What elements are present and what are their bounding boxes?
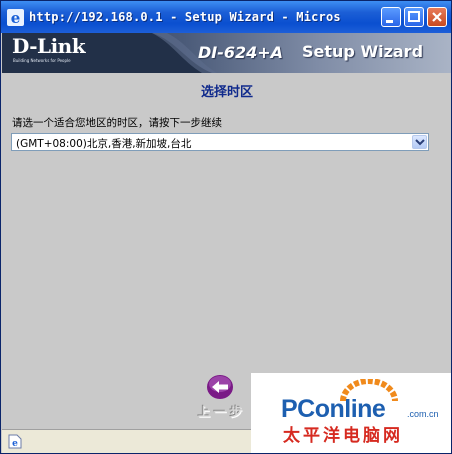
watermark-domain: .com.cn (407, 409, 439, 419)
title-bar[interactable]: e http://192.168.0.1 - Setup Wizard - Mi… (1, 1, 451, 33)
chevron-down-icon (415, 139, 425, 146)
timezone-dropdown-button[interactable] (412, 135, 427, 149)
close-icon (432, 12, 442, 22)
timezone-selected-value: (GMT+08:00)北京,香港,新加坡,台北 (16, 138, 192, 150)
close-button[interactable] (427, 7, 447, 27)
pconline-watermark: PConline .com.cn 太平洋电脑网 (251, 373, 451, 453)
back-arrow-icon (207, 375, 233, 399)
maximize-icon (408, 11, 420, 22)
timezone-select[interactable]: (GMT+08:00)北京,香港,新加坡,台北 (11, 133, 429, 151)
page-title: 选择时区 (200, 85, 253, 100)
ie-icon: e (7, 9, 24, 26)
back-button-label: 上一步 (197, 405, 246, 419)
watermark-brand: PConline (281, 395, 386, 423)
wizard-title: Setup Wizard (302, 42, 424, 61)
minimize-button[interactable] (381, 7, 401, 27)
dlink-logo: D-Link (12, 34, 86, 58)
svg-text:e: e (12, 439, 18, 449)
dlink-banner: D-Link Building Networks for People DI-6… (2, 33, 451, 73)
instruction-text: 请选一个适合您地区的时区，请按下一步继续 (12, 117, 222, 129)
svg-text:e: e (11, 9, 21, 26)
minimize-icon (386, 20, 393, 23)
dlink-tagline: Building Networks for People (13, 58, 71, 63)
page-icon: e (8, 434, 22, 449)
back-button[interactable]: 上一步 (192, 373, 252, 423)
maximize-button[interactable] (404, 7, 424, 27)
window-title: http://192.168.0.1 - Setup Wizard - Micr… (29, 10, 341, 24)
browser-window: e http://192.168.0.1 - Setup Wizard - Mi… (0, 0, 452, 454)
model-name: DI-624+A (198, 43, 284, 62)
watermark-chinese-name: 太平洋电脑网 (283, 426, 403, 446)
